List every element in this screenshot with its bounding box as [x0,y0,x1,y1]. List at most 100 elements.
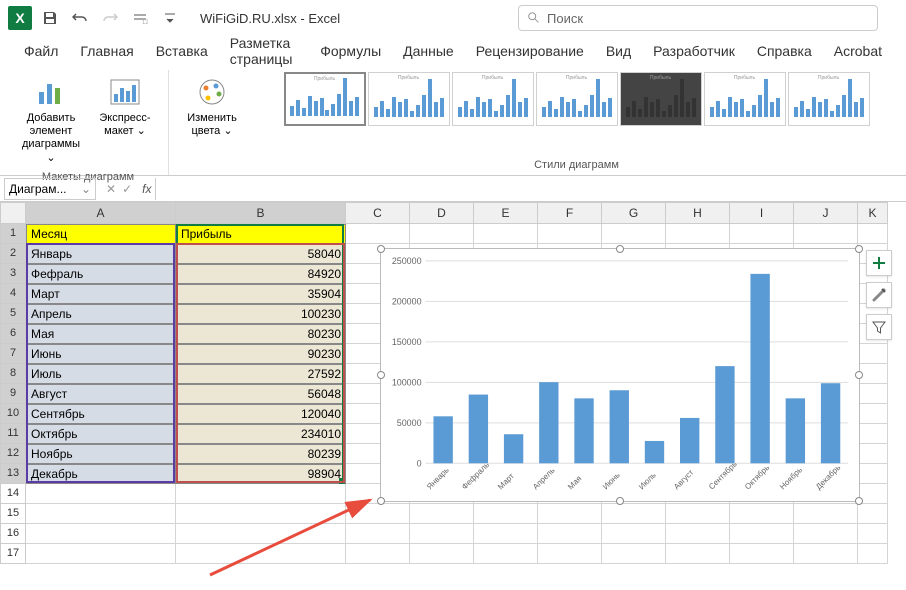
cell[interactable] [410,504,474,524]
tab-insert[interactable]: Вставка [146,37,218,65]
cell[interactable] [346,544,410,564]
tab-data[interactable]: Данные [393,37,464,65]
col-header-D[interactable]: D [410,202,474,224]
cell[interactable]: 84920 [176,264,346,284]
tab-developer[interactable]: Разработчик [643,37,745,65]
row-header[interactable]: 13 [0,464,26,484]
chart-style-thumb[interactable]: Прибыль [452,72,534,126]
cell[interactable]: Мая [26,324,176,344]
col-header-J[interactable]: J [794,202,858,224]
resize-handle[interactable] [616,497,624,505]
cell[interactable] [602,224,666,244]
row-header[interactable]: 4 [0,284,26,304]
cell[interactable] [858,464,888,484]
row-header[interactable]: 9 [0,384,26,404]
search-input[interactable]: Поиск [518,5,878,31]
cell[interactable] [410,524,474,544]
cell[interactable] [538,524,602,544]
cell[interactable] [346,224,410,244]
cell[interactable] [26,524,176,544]
col-header-A[interactable]: A [26,202,176,224]
redo-button[interactable] [100,8,120,28]
select-all-corner[interactable] [0,202,26,224]
cancel-formula-icon[interactable]: ✕ [106,182,116,196]
chart-style-thumb[interactable]: Прибыль [536,72,618,126]
formula-bar[interactable] [155,178,906,200]
cell[interactable]: Март [26,284,176,304]
cell[interactable] [858,524,888,544]
cell[interactable]: Октябрь [26,424,176,444]
cell[interactable] [858,424,888,444]
cell[interactable]: 120040 [176,404,346,424]
cell[interactable]: Фефраль [26,264,176,284]
save-button[interactable] [40,8,60,28]
tab-layout[interactable]: Разметка страницы [220,29,308,73]
row-header[interactable]: 5 [0,304,26,324]
col-header-I[interactable]: I [730,202,794,224]
chart-style-thumb[interactable]: Прибыль [704,72,786,126]
col-header-F[interactable]: F [538,202,602,224]
row-header[interactable]: 3 [0,264,26,284]
cell[interactable]: 98904 [176,464,346,484]
row-header[interactable]: 6 [0,324,26,344]
tab-view[interactable]: Вид [596,37,641,65]
row-header[interactable]: 7 [0,344,26,364]
row-header[interactable]: 8 [0,364,26,384]
cell[interactable]: 234010 [176,424,346,444]
cell[interactable] [26,504,176,524]
row-header[interactable]: 1 [0,224,26,244]
cell[interactable] [538,224,602,244]
resize-handle[interactable] [855,497,863,505]
cell[interactable] [26,544,176,564]
cell[interactable] [176,504,346,524]
row-header[interactable]: 14 [0,484,26,504]
cell[interactable] [176,484,346,504]
cell[interactable]: 80230 [176,324,346,344]
tab-file[interactable]: Файл [14,37,68,65]
chart-style-thumb[interactable]: Прибыль [284,72,366,126]
chart-styles-button[interactable] [866,282,892,308]
cell[interactable] [858,544,888,564]
tab-home[interactable]: Главная [70,37,143,65]
cell[interactable] [538,504,602,524]
cell[interactable] [602,504,666,524]
cell[interactable] [858,504,888,524]
cell[interactable]: Январь [26,244,176,264]
tab-review[interactable]: Рецензирование [466,37,594,65]
col-header-K[interactable]: K [858,202,888,224]
cell[interactable] [858,384,888,404]
cell[interactable]: 80239 [176,444,346,464]
col-header-G[interactable]: G [602,202,666,224]
row-header[interactable]: 10 [0,404,26,424]
cell[interactable]: 27592 [176,364,346,384]
cell[interactable] [602,544,666,564]
cell[interactable] [794,524,858,544]
cell[interactable] [176,524,346,544]
chart-elements-button[interactable] [866,250,892,276]
cell[interactable] [26,484,176,504]
cell[interactable] [346,524,410,544]
cell[interactable]: Месяц [26,224,176,244]
cell[interactable]: Июль [26,364,176,384]
row-header[interactable]: 11 [0,424,26,444]
chart-filter-button[interactable] [866,314,892,340]
add-chart-element-button[interactable]: Добавить элемент диаграммы ⌄ [16,70,86,169]
cell[interactable] [730,224,794,244]
tab-acrobat[interactable]: Acrobat [824,37,892,65]
cell[interactable]: Ноябрь [26,444,176,464]
row-header[interactable]: 12 [0,444,26,464]
row-header[interactable]: 16 [0,524,26,544]
cell[interactable] [666,504,730,524]
cell[interactable]: 58040 [176,244,346,264]
cell[interactable] [538,544,602,564]
row-header[interactable]: 17 [0,544,26,564]
cell[interactable] [730,524,794,544]
col-header-E[interactable]: E [474,202,538,224]
resize-handle[interactable] [377,497,385,505]
cell[interactable] [474,524,538,544]
cell[interactable] [794,504,858,524]
cell[interactable] [602,524,666,544]
cell[interactable]: Апрель [26,304,176,324]
cell[interactable] [794,224,858,244]
cell[interactable]: Август [26,384,176,404]
